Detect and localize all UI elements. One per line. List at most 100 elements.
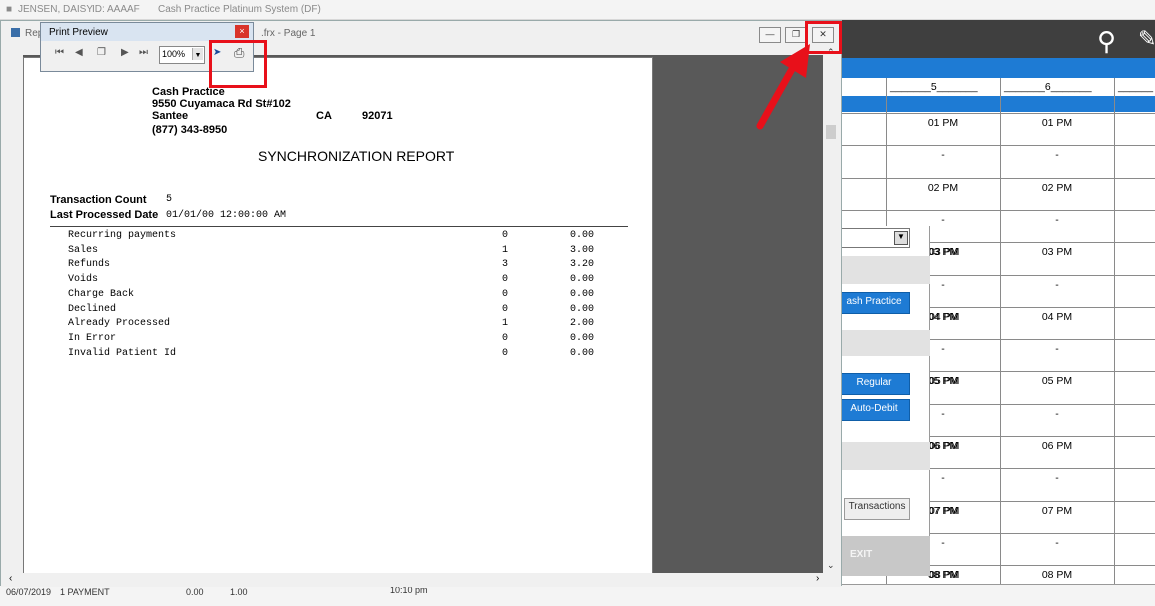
practice-city: Santee bbox=[152, 110, 189, 122]
practice-phone: (877) 343-8950 bbox=[152, 124, 228, 136]
schedule-time-slot[interactable]: - bbox=[913, 214, 973, 226]
report-row-amount: 0.00 bbox=[569, 274, 594, 286]
edit-icon[interactable]: ✎ bbox=[1138, 26, 1155, 52]
report-row-count: 0 bbox=[502, 347, 509, 359]
app-system-title: Cash Practice Platinum System (DF) bbox=[158, 4, 321, 15]
report-row-amount: 2.00 bbox=[569, 318, 594, 330]
report-row-amount: 3.20 bbox=[569, 259, 594, 271]
schedule-time-slot[interactable]: 02 PM bbox=[1027, 182, 1087, 194]
regular-button[interactable]: Regular bbox=[838, 373, 910, 395]
report-row-label: Invalid Patient Id bbox=[68, 347, 177, 359]
last-processed-value: 01/01/00 12:00:00 AM bbox=[166, 210, 287, 221]
schedule-row-divider bbox=[838, 177, 1155, 179]
schedule-time-slot[interactable]: - bbox=[1027, 537, 1087, 549]
horizontal-scrollbar[interactable]: ‹ › bbox=[1, 573, 841, 587]
report-row-count: 1 bbox=[502, 244, 509, 256]
next-page-icon[interactable]: ▶ bbox=[121, 47, 129, 58]
report-row-label: Voids bbox=[68, 274, 99, 286]
schedule-time-slot[interactable]: 01 PM bbox=[913, 117, 973, 129]
schedule-time-slot[interactable]: - bbox=[1027, 343, 1087, 355]
report-title: SYNCHRONIZATION REPORT bbox=[258, 148, 455, 164]
report-row-label: Charge Back bbox=[68, 288, 135, 300]
zoom-select[interactable]: 100% ▼ bbox=[159, 46, 205, 64]
transaction-count-value: 5 bbox=[166, 194, 173, 205]
side-panel: ▼ ash Practice Regular Auto-Debit Transa… bbox=[838, 226, 930, 576]
close-icon[interactable]: × bbox=[235, 25, 249, 38]
scroll-left-icon[interactable]: ‹ bbox=[9, 573, 12, 584]
schedule-time-slot[interactable]: 04 PM bbox=[1027, 311, 1087, 323]
prev-page-icon[interactable]: ◀ bbox=[75, 47, 83, 58]
schedule-time-slot[interactable]: - bbox=[1027, 279, 1087, 291]
report-row-label: In Error bbox=[68, 332, 117, 344]
report-row-label: Sales bbox=[68, 244, 99, 256]
print-highlight-box bbox=[209, 40, 267, 88]
schedule-time-slot[interactable]: 06 PM bbox=[1027, 440, 1087, 452]
report-row-count: 0 bbox=[502, 303, 509, 315]
report-page: Cash Practice 9550 Cuyamaca Rd St#102 Sa… bbox=[23, 57, 653, 575]
report-row-amount: 0.00 bbox=[569, 347, 594, 359]
app-titlebar: ■ JENSEN, DAISY ID: AAAAF Cash Practice … bbox=[0, 0, 1155, 20]
schedule-time-slot[interactable]: 03 PM bbox=[1027, 246, 1087, 258]
report-divider bbox=[50, 226, 628, 227]
transaction-count-label: Transaction Count bbox=[50, 194, 147, 206]
copy-icon[interactable]: ❐ bbox=[97, 47, 106, 58]
schedule-row-divider bbox=[838, 113, 1155, 114]
chevron-down-icon[interactable]: ▼ bbox=[894, 231, 908, 245]
practice-address: 9550 Cuyamaca Rd St#102 bbox=[152, 98, 291, 110]
report-row-amount: 0.00 bbox=[569, 332, 594, 344]
report-row-count: 3 bbox=[502, 259, 509, 271]
scroll-down-icon[interactable]: ⌄ bbox=[827, 560, 835, 571]
scroll-right-icon[interactable]: › bbox=[816, 573, 819, 584]
report-icon bbox=[11, 28, 20, 37]
schedule-left-time[interactable]: 08 PM bbox=[929, 569, 969, 581]
schedule-time-slot[interactable]: - bbox=[1027, 408, 1087, 420]
print-preview-title: Print Preview bbox=[49, 27, 108, 38]
report-row-label: Recurring payments bbox=[68, 230, 177, 241]
report-row-label: Already Processed bbox=[68, 318, 171, 330]
practice-state: CA bbox=[316, 110, 332, 122]
report-row-amount: 3.00 bbox=[569, 244, 594, 256]
vertical-scrollbar[interactable]: ⌃ ⌄ bbox=[824, 47, 840, 573]
schedule-left-time[interactable]: 05 PM bbox=[929, 375, 969, 387]
schedule-header-band bbox=[838, 58, 1155, 78]
schedule-time-slot[interactable]: 02 PM bbox=[913, 182, 973, 194]
schedule-time-slot[interactable]: 05 PM bbox=[1027, 375, 1087, 387]
schedule-time-slot[interactable]: - bbox=[913, 149, 973, 161]
schedule-time-slot[interactable]: - bbox=[1027, 214, 1087, 226]
user-icon: ■ bbox=[6, 4, 13, 15]
schedule-time-slot[interactable]: 07 PM bbox=[1027, 505, 1087, 517]
first-page-icon[interactable]: ⏮ bbox=[55, 47, 64, 58]
schedule-left-time[interactable]: 03 PM bbox=[929, 246, 969, 258]
schedule-row-divider bbox=[838, 209, 1155, 211]
schedule-time-slot[interactable]: - bbox=[1027, 472, 1087, 484]
practice-zip: 92071 bbox=[362, 110, 393, 122]
schedule-row-divider bbox=[838, 145, 1155, 147]
patient-name: JENSEN, DAISY bbox=[18, 4, 94, 15]
search-icon[interactable]: ⚲ bbox=[1097, 26, 1116, 57]
report-row-count: 0 bbox=[502, 274, 509, 286]
report-row-label: Refunds bbox=[68, 259, 111, 271]
schedule-time-slot[interactable]: 01 PM bbox=[1027, 117, 1087, 129]
auto-debit-button[interactable]: Auto-Debit bbox=[838, 399, 910, 421]
exit-button[interactable]: EXIT bbox=[850, 549, 872, 560]
report-row-amount: 0.00 bbox=[569, 230, 594, 241]
schedule-left-time[interactable]: 04 PM bbox=[929, 311, 969, 323]
report-row-count: 0 bbox=[502, 332, 509, 344]
report-row-amount: 0.00 bbox=[569, 288, 594, 300]
schedule-left-time[interactable]: 06 PM bbox=[929, 440, 969, 452]
schedule-left-time[interactable]: 07 PM bbox=[929, 505, 969, 517]
transactions-button[interactable]: Transactions bbox=[844, 498, 910, 520]
report-window: Rep .frx - Page 1 — ❐ ✕ Cash Practice 95… bbox=[0, 20, 842, 587]
scroll-thumb[interactable] bbox=[826, 125, 836, 139]
report-row-label: Declined bbox=[68, 303, 117, 315]
chevron-down-icon[interactable]: ▼ bbox=[192, 48, 203, 60]
report-row-amount: 0.00 bbox=[569, 303, 594, 315]
practice-button[interactable]: ash Practice bbox=[838, 292, 910, 314]
schedule-time-slot[interactable]: 08 PM bbox=[1027, 569, 1087, 581]
report-row-count: 0 bbox=[502, 230, 509, 241]
annotation-arrow bbox=[756, 44, 810, 130]
schedule-time-slot[interactable]: - bbox=[1027, 149, 1087, 161]
patient-id: ID: AAAAF bbox=[92, 4, 140, 15]
schedule-col-5-header: _______5_______ bbox=[890, 81, 978, 93]
last-page-icon[interactable]: ⏭ bbox=[139, 47, 148, 58]
